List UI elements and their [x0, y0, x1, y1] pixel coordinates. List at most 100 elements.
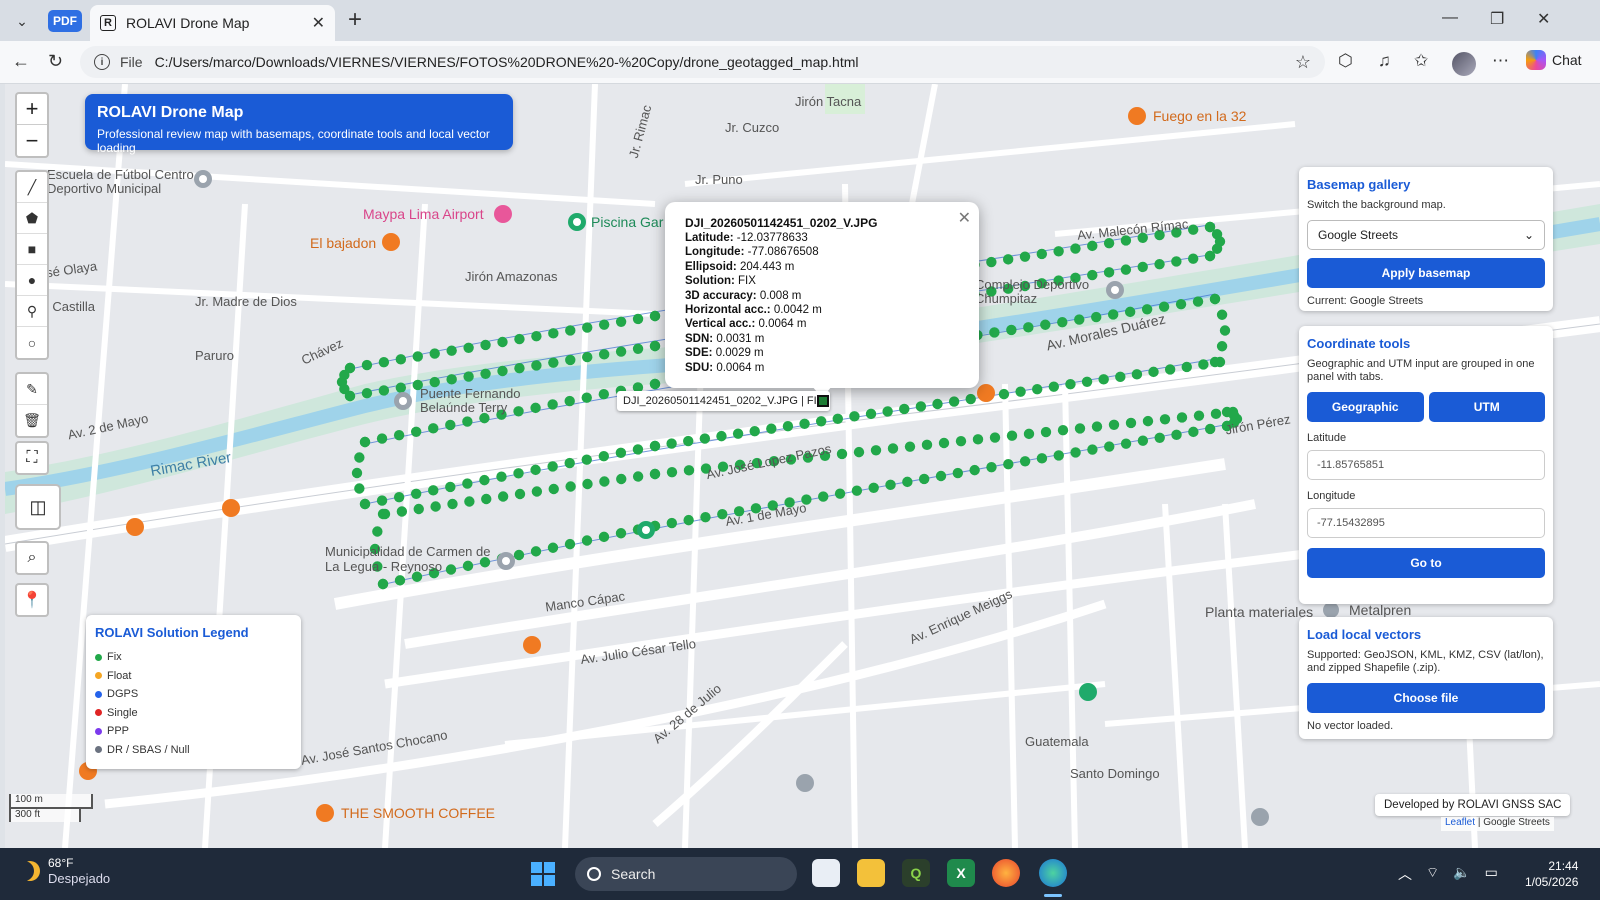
pdf-workspace-badge[interactable]: PDF	[48, 10, 82, 32]
flight-point[interactable]	[1053, 246, 1064, 257]
flight-point[interactable]	[1040, 319, 1051, 330]
flight-point[interactable]	[480, 339, 491, 351]
flight-point[interactable]	[649, 340, 661, 352]
tab-close-icon[interactable]: ✕	[312, 13, 325, 33]
flight-point[interactable]	[1023, 428, 1035, 440]
weather-widget[interactable]: 68°F Despejado	[20, 856, 110, 886]
flight-point[interactable]	[548, 483, 559, 495]
flight-point[interactable]	[1087, 240, 1098, 252]
flight-point[interactable]	[1171, 256, 1182, 267]
flight-point[interactable]	[882, 406, 893, 417]
flight-point[interactable]	[1019, 456, 1031, 467]
wifi-icon[interactable]: ⌔	[1426, 864, 1439, 884]
flight-point[interactable]	[948, 396, 960, 407]
flight-point[interactable]	[462, 416, 473, 427]
flight-point[interactable]	[564, 538, 576, 550]
flight-point[interactable]	[462, 478, 473, 489]
favorite-star-icon[interactable]: ☆	[1295, 52, 1311, 73]
flight-point[interactable]	[1154, 432, 1165, 443]
profile-avatar[interactable]	[1452, 52, 1476, 76]
zoom-out-button[interactable]: −	[17, 125, 47, 156]
flight-point[interactable]	[1204, 250, 1216, 262]
flight-point[interactable]	[530, 464, 541, 476]
flight-point[interactable]	[932, 398, 943, 410]
flight-point[interactable]	[836, 448, 848, 460]
draw-rectangle-icon[interactable]: ■	[17, 234, 47, 265]
flight-point[interactable]	[497, 491, 509, 502]
flight-point[interactable]	[1175, 298, 1187, 310]
flight-point[interactable]	[582, 322, 593, 333]
flight-point[interactable]	[1142, 415, 1154, 427]
flight-point[interactable]	[1125, 417, 1137, 429]
media-icon[interactable]: ♫	[1378, 51, 1391, 71]
flight-point[interactable]	[548, 357, 559, 368]
flight-point[interactable]	[445, 481, 456, 493]
flight-point[interactable]	[935, 470, 947, 482]
flight-point[interactable]	[1023, 322, 1034, 333]
flight-point[interactable]	[766, 423, 777, 434]
flight-point[interactable]	[359, 436, 371, 448]
flight-point[interactable]	[1164, 364, 1176, 375]
flight-point[interactable]	[547, 399, 558, 410]
apply-basemap-button[interactable]: Apply basemap	[1307, 258, 1545, 288]
flight-point[interactable]	[565, 481, 576, 492]
flight-point[interactable]	[1091, 421, 1103, 432]
flight-point[interactable]	[1098, 374, 1109, 385]
flight-point[interactable]	[989, 432, 1001, 443]
flight-point[interactable]	[564, 457, 575, 469]
flight-point[interactable]	[1216, 341, 1228, 352]
flight-point[interactable]	[513, 549, 525, 561]
flight-point[interactable]	[548, 328, 559, 339]
flight-point[interactable]	[598, 389, 610, 400]
flight-point[interactable]	[683, 514, 694, 526]
fullscreen-icon[interactable]: ⛶	[15, 441, 49, 475]
flight-point[interactable]	[463, 342, 474, 353]
flight-point[interactable]	[918, 473, 930, 485]
tray-chevron-icon[interactable]: ︿	[1398, 864, 1412, 884]
flight-point[interactable]	[599, 476, 610, 487]
flight-point[interactable]	[378, 357, 390, 368]
flight-point[interactable]	[463, 371, 474, 382]
flight-point[interactable]	[1187, 224, 1199, 235]
more-menu-icon[interactable]: ⋯	[1492, 51, 1509, 71]
flight-point[interactable]	[969, 464, 980, 476]
flight-point[interactable]	[1103, 267, 1115, 278]
flight-point[interactable]	[377, 578, 389, 590]
flight-point[interactable]	[547, 461, 558, 472]
flight-point[interactable]	[832, 413, 843, 425]
flight-point[interactable]	[412, 351, 423, 362]
flight-point[interactable]	[649, 440, 661, 452]
flight-point[interactable]	[481, 493, 492, 505]
flight-point[interactable]	[986, 256, 997, 268]
edit-layers-icon[interactable]: ✎	[17, 374, 47, 405]
flight-point[interactable]	[632, 343, 644, 354]
flight-point[interactable]	[972, 434, 984, 445]
tab-list-chevron-icon[interactable]: ⌄	[8, 7, 36, 35]
tab-utm[interactable]: UTM	[1428, 392, 1545, 422]
flight-point[interactable]	[564, 395, 575, 407]
flight-point[interactable]	[921, 439, 933, 451]
latitude-input[interactable]: -11.85765851	[1307, 450, 1545, 480]
flight-point[interactable]	[1006, 324, 1017, 336]
flight-point[interactable]	[1081, 376, 1093, 387]
flight-point[interactable]	[1154, 258, 1165, 270]
flight-point[interactable]	[870, 445, 882, 456]
flight-point[interactable]	[1188, 426, 1199, 438]
back-icon[interactable]: ←	[12, 51, 30, 72]
flight-point[interactable]	[344, 390, 356, 402]
flight-point[interactable]	[1065, 379, 1076, 390]
flight-point[interactable]	[513, 468, 524, 479]
flight-point[interactable]	[496, 471, 507, 482]
flight-point[interactable]	[372, 526, 383, 537]
flight-point[interactable]	[1070, 447, 1081, 458]
flight-point[interactable]	[1019, 251, 1031, 262]
flight-point[interactable]	[649, 468, 661, 480]
flight-point[interactable]	[615, 316, 627, 327]
minimize-icon[interactable]: —	[1442, 9, 1458, 27]
draw-polyline-icon[interactable]: ╱	[17, 172, 47, 203]
flight-point[interactable]	[666, 466, 678, 478]
active-tab[interactable]: R ROLAVI Drone Map ✕	[90, 5, 335, 41]
flight-point[interactable]	[464, 496, 475, 507]
longitude-input[interactable]: -77.15432895	[1307, 508, 1545, 538]
flight-point[interactable]	[818, 491, 829, 502]
